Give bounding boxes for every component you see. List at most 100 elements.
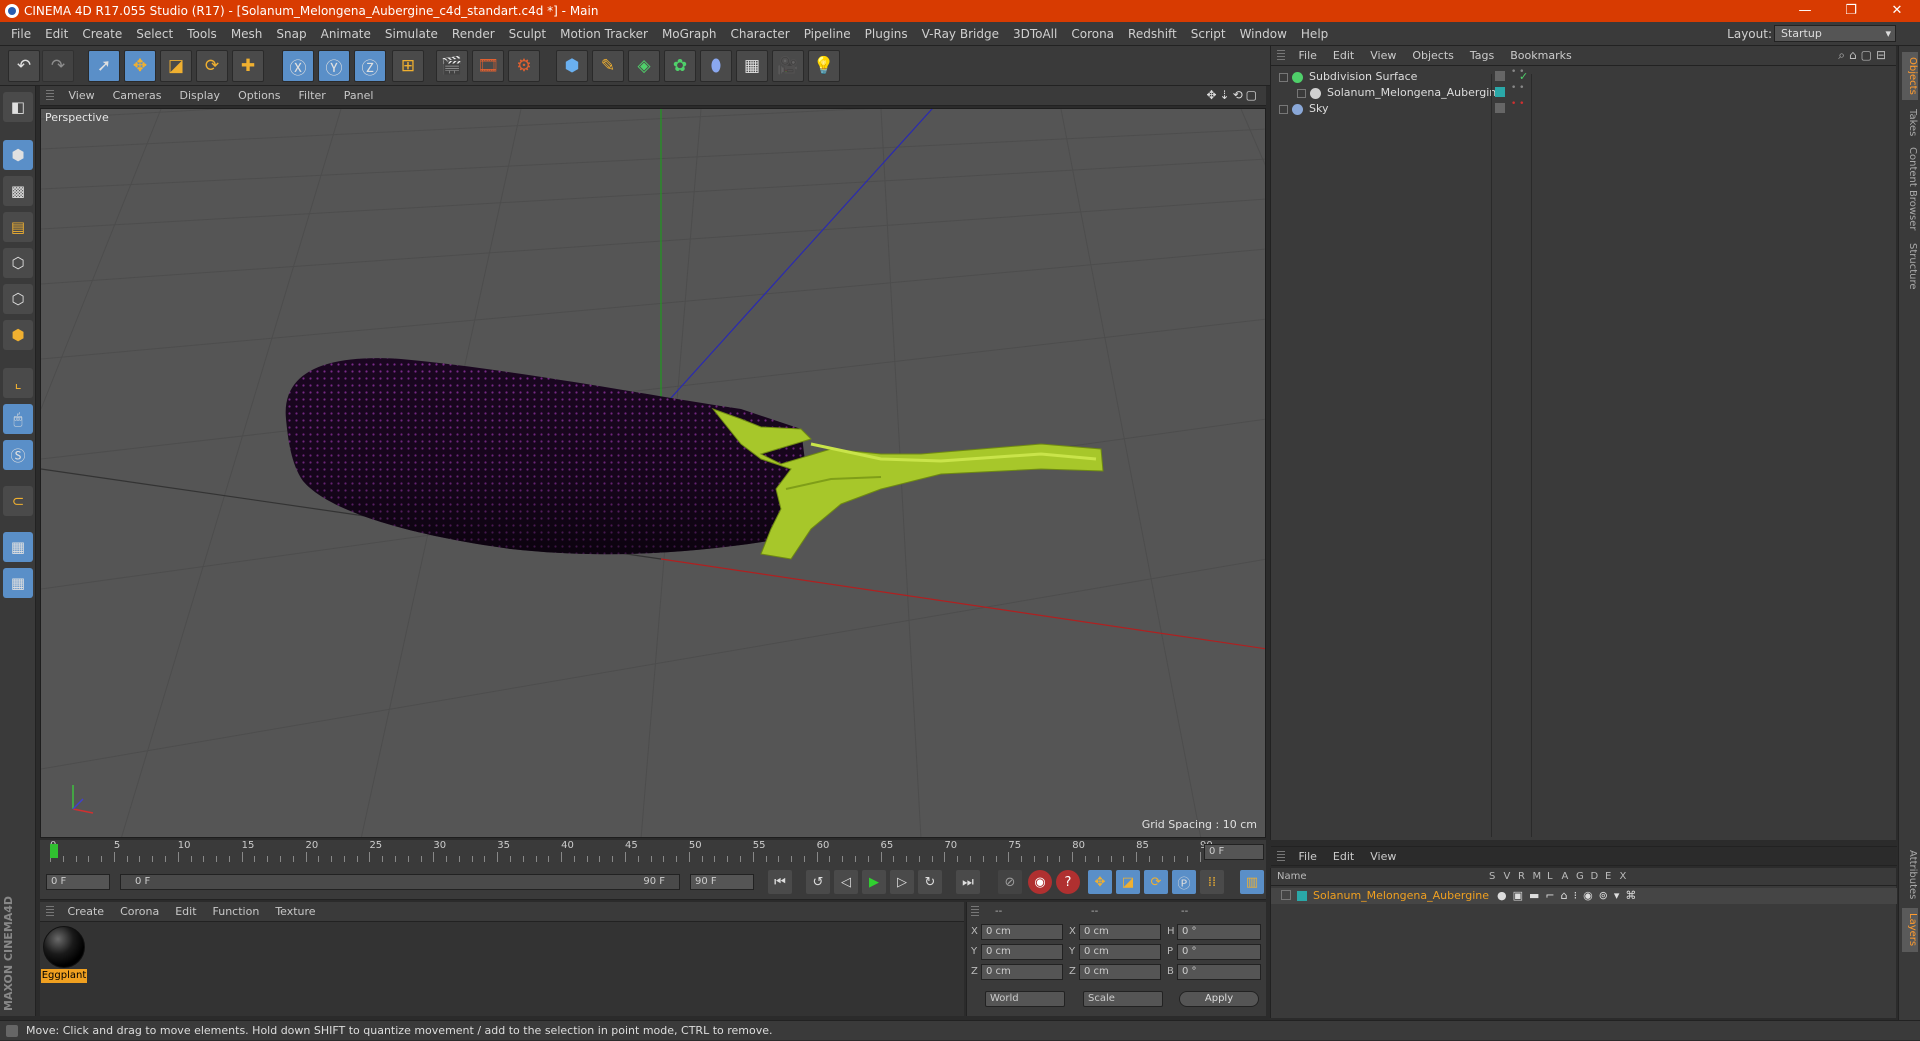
rotation-field[interactable]: 0 °	[1177, 924, 1261, 940]
workplane-lock-icon[interactable]: ▦	[3, 532, 33, 562]
column-divider[interactable]	[1491, 74, 1492, 837]
menu-motion-tracker[interactable]: Motion Tracker	[553, 22, 655, 46]
playhead[interactable]	[50, 844, 58, 858]
menu-corona[interactable]: Corona	[1064, 22, 1121, 46]
menu-pipeline[interactable]: Pipeline	[797, 22, 858, 46]
live-selection-icon[interactable]: ✚	[232, 50, 264, 82]
viewport-menu-display[interactable]: Display	[171, 86, 230, 106]
expand-icon[interactable]	[1281, 890, 1291, 900]
edges-mode-icon[interactable]: ⬡	[3, 284, 33, 314]
objects-menu-edit[interactable]: Edit	[1325, 46, 1362, 66]
move-tool-icon[interactable]: ✥	[124, 50, 156, 82]
menu-select[interactable]: Select	[129, 22, 180, 46]
panel-grip-icon[interactable]	[1277, 50, 1285, 62]
end-frame-field[interactable]: 90 F	[690, 874, 754, 890]
prev-frame-icon[interactable]: ◁	[834, 870, 858, 894]
model-mode-icon[interactable]: ⬢	[3, 140, 33, 170]
record-keys-icon[interactable]: ⊘	[998, 870, 1022, 894]
key-parameter-icon[interactable]: Ⓟ	[1172, 870, 1196, 894]
subdivision-surface-icon[interactable]: ◈	[628, 50, 660, 82]
layers-col-m[interactable]: M	[1533, 868, 1542, 886]
close-button[interactable]: ✕	[1874, 0, 1920, 22]
layers-col-g[interactable]: G	[1576, 868, 1584, 886]
panel-grip-icon[interactable]	[46, 90, 54, 102]
material-menu-texture[interactable]: Texture	[267, 902, 323, 922]
panel-grip-icon[interactable]	[971, 906, 979, 918]
object-row[interactable]: Sky • •	[1271, 100, 1897, 118]
prev-key-icon[interactable]: ↺	[806, 870, 830, 894]
menu-help[interactable]: Help	[1294, 22, 1335, 46]
key-rotation-icon[interactable]: ⟳	[1144, 870, 1168, 894]
make-editable-icon[interactable]: ◧	[3, 92, 33, 122]
menu-file[interactable]: File	[4, 22, 38, 46]
start-frame-field[interactable]: 0 F	[46, 874, 110, 890]
polygons-mode-icon[interactable]: ⬢	[3, 320, 33, 350]
tab-layers[interactable]: Layers	[1902, 908, 1918, 952]
frame-range-slider[interactable]: 0 F 90 F	[120, 874, 680, 890]
menu-edit[interactable]: Edit	[38, 22, 75, 46]
objects-menu-tags[interactable]: Tags	[1462, 46, 1502, 66]
layers-menu-view[interactable]: View	[1362, 847, 1404, 867]
objects-menu-file[interactable]: File	[1291, 46, 1325, 66]
layers-col-x[interactable]: X	[1620, 868, 1627, 886]
tweak-mode-icon[interactable]: 🖱	[3, 404, 33, 434]
coordinate-system-icon[interactable]: ⊞	[392, 50, 424, 82]
minimize-button[interactable]: —	[1782, 0, 1828, 22]
menu-redshift[interactable]: Redshift	[1121, 22, 1184, 46]
material-menu-create[interactable]: Create	[60, 902, 113, 922]
viewport-menu-filter[interactable]: Filter	[290, 86, 335, 106]
layers-col-name[interactable]: Name	[1277, 868, 1307, 886]
layout-select[interactable]: Startup	[1774, 25, 1896, 42]
menu-sculpt[interactable]: Sculpt	[502, 22, 553, 46]
menu-3dtoall[interactable]: 3DToAll	[1006, 22, 1064, 46]
quantize-icon[interactable]: ▦	[3, 568, 33, 598]
layer-color-swatch[interactable]	[1297, 891, 1307, 901]
panel-grip-icon[interactable]	[1277, 851, 1285, 863]
undo-button[interactable]: ↶	[8, 50, 40, 82]
viewport-nav-icons[interactable]: ✥⇣⟲▢	[1206, 88, 1260, 102]
render-settings-icon[interactable]: ⚙	[508, 50, 540, 82]
go-to-end-icon[interactable]: ⏭	[956, 870, 980, 894]
tab-objects[interactable]: Objects	[1902, 52, 1918, 100]
layers-col-a[interactable]: A	[1562, 868, 1569, 886]
objects-menu-view[interactable]: View	[1362, 46, 1404, 66]
axis-mode-icon[interactable]: ⌞	[3, 368, 33, 398]
key-position-icon[interactable]: ✥	[1088, 870, 1112, 894]
menu-tools[interactable]: Tools	[180, 22, 224, 46]
x-axis-lock-icon[interactable]: Ⓧ	[282, 50, 314, 82]
next-key-icon[interactable]: ↻	[918, 870, 942, 894]
keyframe-selection-icon[interactable]: ?	[1056, 870, 1080, 894]
object-flags[interactable]	[1495, 71, 1505, 81]
material-menu-edit[interactable]: Edit	[167, 902, 204, 922]
key-scale-icon[interactable]: ◪	[1116, 870, 1140, 894]
layers-menu-edit[interactable]: Edit	[1325, 847, 1362, 867]
coord-mode-select[interactable]: World	[985, 991, 1065, 1007]
size-field[interactable]: 0 cm	[1079, 944, 1161, 960]
menu-simulate[interactable]: Simulate	[378, 22, 445, 46]
viewport-menu-cameras[interactable]: Cameras	[104, 86, 171, 106]
timeline-window-icon[interactable]: ▥	[1240, 870, 1264, 894]
position-field[interactable]: 0 cm	[981, 964, 1063, 980]
key-pla-icon[interactable]: ⁞⁞	[1200, 870, 1224, 894]
visibility-dots-icon[interactable]: • •	[1511, 100, 1524, 109]
menu-plugins[interactable]: Plugins	[858, 22, 915, 46]
expand-icon[interactable]	[1297, 88, 1306, 98]
redo-button[interactable]: ↷	[42, 50, 74, 82]
floor-icon[interactable]: ▦	[736, 50, 768, 82]
camera-icon[interactable]: 🎥	[772, 50, 804, 82]
objects-menu-bookmarks[interactable]: Bookmarks	[1502, 46, 1579, 66]
menu-character[interactable]: Character	[723, 22, 796, 46]
aubergine-model[interactable]	[285, 358, 1104, 560]
play-icon[interactable]: ▶	[862, 870, 886, 894]
viewport-menu-view[interactable]: View	[60, 86, 104, 106]
points-mode-icon[interactable]: ⬡	[3, 248, 33, 278]
expand-icon[interactable]	[1279, 72, 1288, 82]
object-name[interactable]: Solanum_Melongena_Aubergine	[1327, 86, 1503, 99]
menu-snap[interactable]: Snap	[269, 22, 313, 46]
menu-mograph[interactable]: MoGraph	[655, 22, 724, 46]
menu-v-ray-bridge[interactable]: V-Ray Bridge	[915, 22, 1006, 46]
light-icon[interactable]: 💡	[808, 50, 840, 82]
position-field[interactable]: 0 cm	[981, 944, 1063, 960]
rotation-field[interactable]: 0 °	[1177, 944, 1261, 960]
material-eggplant[interactable]: Eggplant	[40, 922, 88, 986]
